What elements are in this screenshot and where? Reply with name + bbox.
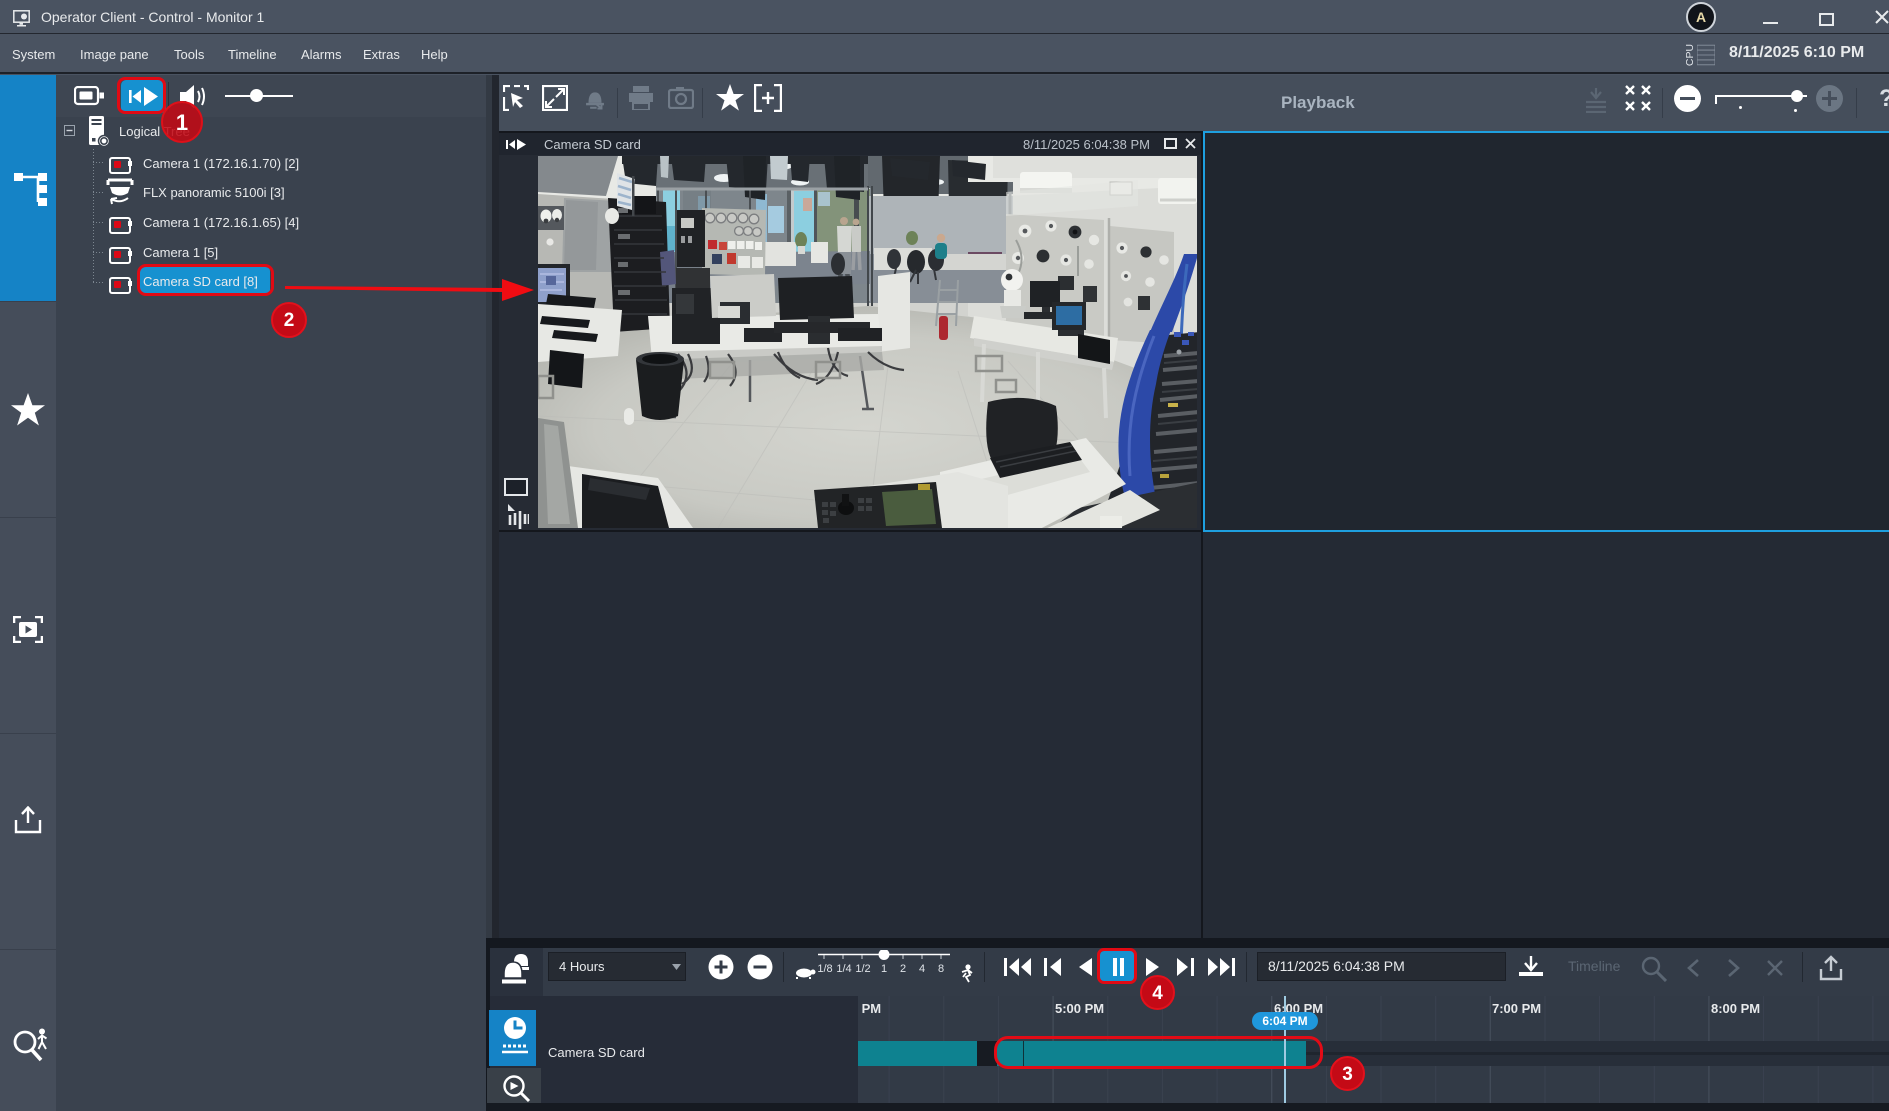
svg-text:4: 4 bbox=[919, 963, 925, 975]
svg-text:8: 8 bbox=[938, 963, 944, 975]
svg-text:1: 1 bbox=[881, 963, 887, 975]
svg-text:1/8: 1/8 bbox=[817, 963, 832, 975]
svg-text:1/4: 1/4 bbox=[836, 963, 851, 975]
svg-text:2: 2 bbox=[900, 963, 906, 975]
svg-text:1/2: 1/2 bbox=[855, 963, 870, 975]
